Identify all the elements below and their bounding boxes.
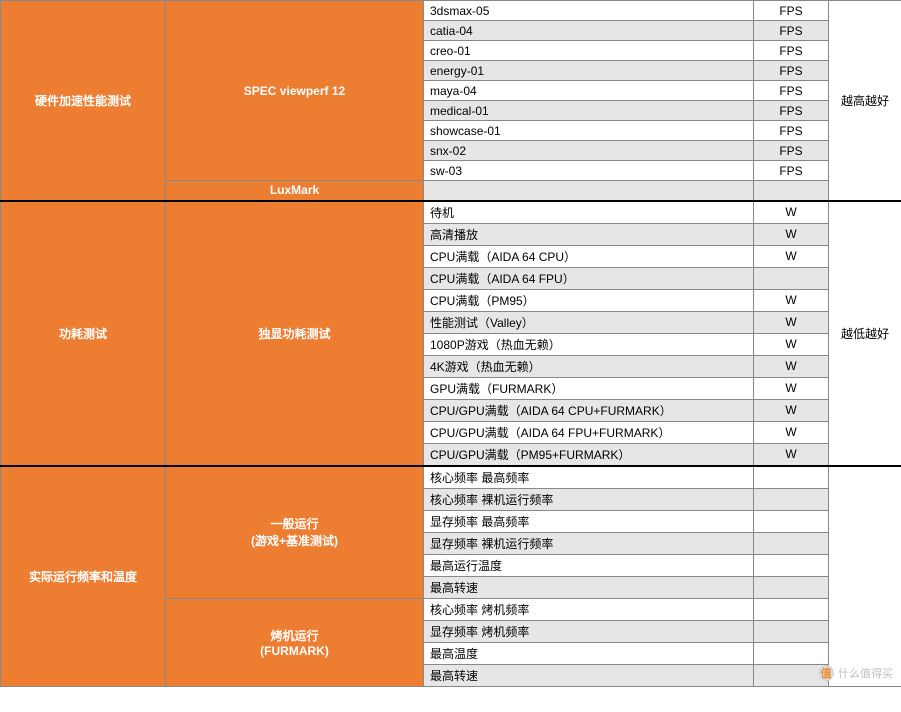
metric-unit	[754, 488, 829, 510]
metric-unit: W	[754, 223, 829, 245]
metric-name: CPU满载（PM95）	[424, 289, 754, 311]
metric-name: 核心频率 最高频率	[424, 466, 754, 489]
metric-name: CPU满载（AIDA 64 CPU）	[424, 245, 754, 267]
metric-unit: FPS	[754, 161, 829, 181]
metric-name: 显存频率 烤机频率	[424, 620, 754, 642]
metric-unit	[754, 181, 829, 201]
section-header: 硬件加速性能测试	[1, 1, 166, 201]
metric-name: 最高转速	[424, 664, 754, 686]
group-label: 烤机运行 (FURMARK)	[166, 598, 424, 686]
metric-unit: W	[754, 333, 829, 355]
section-note: 越低越好	[829, 201, 901, 466]
metric-name: sw-03	[424, 161, 754, 181]
watermark-text: 什么值得买	[838, 665, 893, 681]
metric-name: 最高温度	[424, 642, 754, 664]
metric-unit: FPS	[754, 41, 829, 61]
metric-name: 4K游戏（热血无赖）	[424, 355, 754, 377]
metric-unit	[754, 598, 829, 620]
metric-name	[424, 181, 754, 201]
metric-unit: W	[754, 355, 829, 377]
metric-unit: W	[754, 399, 829, 421]
metric-unit	[754, 510, 829, 532]
metric-unit: FPS	[754, 61, 829, 81]
metric-unit: W	[754, 201, 829, 224]
table-row: 实际运行频率和温度一般运行 (游戏+基准测试)核心频率 最高频率	[1, 466, 901, 489]
section-note	[829, 466, 901, 687]
metric-unit: W	[754, 421, 829, 443]
metric-name: 性能测试（Valley）	[424, 311, 754, 333]
metric-name: 1080P游戏（热血无赖）	[424, 333, 754, 355]
section-header: 实际运行频率和温度	[1, 466, 166, 687]
metric-unit	[754, 554, 829, 576]
metric-name: CPU/GPU满载（AIDA 64 FPU+FURMARK）	[424, 421, 754, 443]
metric-name: CPU/GPU满载（PM95+FURMARK）	[424, 443, 754, 466]
metric-name: 3dsmax-05	[424, 1, 754, 21]
metric-name: 最高转速	[424, 576, 754, 598]
section-note: 越高越好	[829, 1, 901, 201]
metric-name: 待机	[424, 201, 754, 224]
metric-unit: FPS	[754, 81, 829, 101]
table-row: 硬件加速性能测试SPEC viewperf 123dsmax-05FPS越高越好	[1, 1, 901, 21]
section-header: 功耗测试	[1, 201, 166, 466]
group-label: LuxMark	[166, 181, 424, 201]
metric-name: medical-01	[424, 101, 754, 121]
metric-unit	[754, 532, 829, 554]
metric-name: CPU满载（AIDA 64 FPU）	[424, 267, 754, 289]
metric-unit: W	[754, 443, 829, 466]
metric-unit	[754, 466, 829, 489]
metric-unit: FPS	[754, 1, 829, 21]
metric-name: CPU/GPU满载（AIDA 64 CPU+FURMARK）	[424, 399, 754, 421]
metric-name: 高清播放	[424, 223, 754, 245]
metric-name: snx-02	[424, 141, 754, 161]
group-label: SPEC viewperf 12	[166, 1, 424, 181]
metric-unit: FPS	[754, 121, 829, 141]
metric-name: 显存频率 最高频率	[424, 510, 754, 532]
metric-unit: FPS	[754, 141, 829, 161]
metric-unit: FPS	[754, 21, 829, 41]
metric-name: energy-01	[424, 61, 754, 81]
metric-unit	[754, 576, 829, 598]
watermark-icon: 值	[818, 665, 834, 681]
metric-name: creo-01	[424, 41, 754, 61]
metric-unit: W	[754, 289, 829, 311]
metric-unit: W	[754, 245, 829, 267]
metric-name: catia-04	[424, 21, 754, 41]
metric-unit	[754, 642, 829, 664]
metric-unit: FPS	[754, 101, 829, 121]
metric-name: showcase-01	[424, 121, 754, 141]
benchmark-table: 硬件加速性能测试SPEC viewperf 123dsmax-05FPS越高越好…	[0, 0, 901, 687]
metric-name: maya-04	[424, 81, 754, 101]
metric-unit: W	[754, 377, 829, 399]
metric-name: 核心频率 裸机运行频率	[424, 488, 754, 510]
group-label: 一般运行 (游戏+基准测试)	[166, 466, 424, 599]
metric-name: 核心频率 烤机频率	[424, 598, 754, 620]
watermark: 值 什么值得买	[818, 665, 893, 681]
metric-name: 最高运行温度	[424, 554, 754, 576]
group-label: 独显功耗测试	[166, 201, 424, 466]
metric-name: 显存频率 裸机运行频率	[424, 532, 754, 554]
metric-unit	[754, 267, 829, 289]
metric-name: GPU满载（FURMARK）	[424, 377, 754, 399]
metric-unit	[754, 620, 829, 642]
metric-unit: W	[754, 311, 829, 333]
table-row: 功耗测试独显功耗测试待机W越低越好	[1, 201, 901, 224]
